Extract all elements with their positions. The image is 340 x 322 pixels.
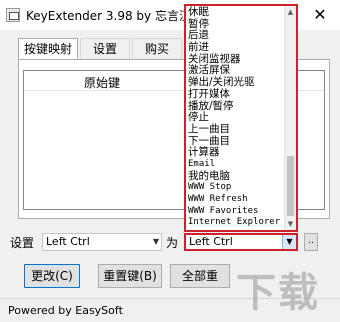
- dropdown-option[interactable]: 激活屏保: [186, 64, 284, 77]
- scrollbar-thumb[interactable]: [287, 156, 294, 216]
- dropdown-option[interactable]: 后退: [186, 29, 284, 42]
- target-key-select[interactable]: Left Ctrl ▼: [184, 233, 298, 251]
- change-button[interactable]: 更改(C): [24, 264, 80, 288]
- source-key-select[interactable]: Left Ctrl ▼: [42, 233, 162, 251]
- watermark: 下载: [236, 270, 320, 316]
- window-title: KeyExtender 3.98 by 忘言汉化I: [26, 9, 207, 23]
- reset-all-button[interactable]: 全部重: [170, 264, 230, 288]
- dropdown-option[interactable]: Internet Explorer: [186, 216, 284, 228]
- dropdown-option[interactable]: 弹出/关闭光驱: [186, 76, 284, 88]
- dropdown-option[interactable]: 关闭监视器: [186, 53, 284, 65]
- chevron-down-icon[interactable]: ▼: [285, 218, 296, 230]
- chevron-down-icon: ▼: [152, 237, 159, 246]
- dropdown-option[interactable]: 播放/暂停: [186, 100, 284, 112]
- dropdown-option[interactable]: 计算器: [186, 146, 284, 158]
- dropdown-option[interactable]: 停止: [186, 111, 284, 123]
- chevron-up-icon[interactable]: ▲: [285, 6, 296, 18]
- dropdown-option[interactable]: WWW Refresh: [186, 193, 284, 205]
- status-text: Powered by EasySoft: [8, 304, 123, 317]
- tab-key-mapping[interactable]: 按键映射: [18, 38, 78, 60]
- as-label: 为: [166, 236, 179, 250]
- chevron-down-icon[interactable]: ▼: [282, 235, 296, 249]
- source-key-value: Left Ctrl: [46, 235, 90, 248]
- dropdown-option[interactable]: 上一曲目: [186, 123, 284, 135]
- column-header-original-key: 原始键: [84, 76, 121, 90]
- reset-key-button[interactable]: 重置键(B): [98, 264, 162, 288]
- tab-settings[interactable]: 设置: [80, 38, 130, 60]
- dropdown-scrollbar[interactable]: ▲ ▼: [284, 6, 296, 230]
- close-icon[interactable]: ✕: [300, 0, 340, 30]
- dropdown-option[interactable]: 前进: [186, 41, 284, 53]
- dropdown-option[interactable]: WWW Stop: [186, 181, 284, 193]
- target-key-dropdown[interactable]: 休眠 暂停 后退 前进 关闭监视器 激活屏保 弹出/关闭光驱 打开媒体 播放/暂…: [184, 4, 298, 232]
- dropdown-option[interactable]: Email: [186, 158, 284, 170]
- set-label: 设置: [10, 236, 35, 250]
- dropdown-option[interactable]: 休眠: [186, 6, 284, 18]
- target-key-value: Left Ctrl: [189, 235, 233, 248]
- app-window-icon: [6, 8, 20, 22]
- dropdown-option[interactable]: 下一曲目: [186, 135, 284, 147]
- dropdown-option[interactable]: 打开媒体: [186, 88, 284, 100]
- tab-purchase[interactable]: 购买: [132, 38, 182, 60]
- dropdown-option[interactable]: WWW Favorites: [186, 205, 284, 217]
- dropdown-option[interactable]: 我的电脑: [186, 170, 284, 182]
- dropdown-option[interactable]: 暂停: [186, 18, 284, 30]
- more-button[interactable]: ..: [304, 233, 318, 251]
- dropdown-options: 休眠 暂停 后退 前进 关闭监视器 激活屏保 弹出/关闭光驱 打开媒体 播放/暂…: [186, 6, 284, 230]
